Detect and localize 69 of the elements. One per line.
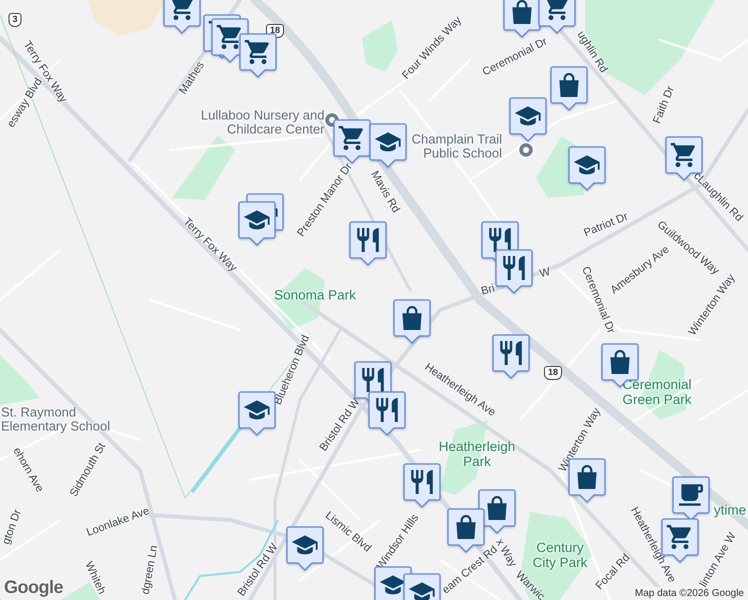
school-marker[interactable] [508, 96, 548, 142]
street-label: Faith Dr [651, 84, 677, 126]
school-marker[interactable] [285, 525, 325, 571]
cart-icon [216, 25, 241, 49]
street-label: gton Dr [0, 508, 24, 546]
shopping-bag-icon [456, 515, 476, 539]
shop-marker[interactable] [537, 0, 577, 34]
restaurant-marker[interactable] [491, 333, 531, 379]
fork-knife-icon [500, 341, 522, 365]
school-marker[interactable] [237, 390, 277, 436]
park-area [272, 268, 325, 330]
shop-marker[interactable] [238, 32, 278, 78]
park-label: Sonoma Park [274, 288, 356, 304]
cart-icon [666, 525, 691, 549]
cart-icon [338, 126, 363, 150]
fork-knife-icon [376, 398, 398, 422]
shopping-bag-icon [512, 0, 532, 24]
shop-marker[interactable] [549, 65, 589, 111]
cart-icon [670, 143, 695, 167]
place-label: Champlain Trail Public School [410, 132, 502, 162]
street-label: W [538, 266, 552, 280]
street-label: dgreen Ln [140, 544, 160, 596]
shopping-bag-icon [487, 496, 507, 520]
coffee-cup-icon [679, 484, 703, 506]
park-area [362, 20, 398, 72]
restaurant-marker[interactable] [348, 220, 388, 266]
shop-marker[interactable] [477, 488, 517, 534]
place-label: Lullaboo Nursery and Childcare Center [200, 108, 324, 138]
park-label: ytime [714, 504, 746, 518]
shop-marker[interactable] [502, 0, 542, 38]
restaurant-marker[interactable] [367, 390, 407, 436]
graduation-cap-icon [244, 210, 270, 230]
creek [190, 426, 242, 494]
park-area [0, 355, 40, 405]
shopping-bag-icon [610, 350, 630, 374]
restaurant-marker[interactable] [494, 248, 534, 294]
route-shield: 18 [544, 366, 562, 380]
graduation-cap-icon [244, 400, 270, 420]
park-label: Heatherleigh Park [438, 440, 516, 470]
shop-marker[interactable] [392, 298, 432, 344]
street-label: Patriot Dr [582, 210, 630, 240]
fork-knife-icon [357, 228, 379, 252]
shop-marker[interactable] [162, 0, 202, 34]
cart-icon [244, 40, 269, 64]
graduation-cap-icon [374, 132, 401, 152]
graduation-cap-icon [380, 575, 406, 594]
street-label: Bri [480, 282, 496, 298]
park-area [172, 135, 235, 200]
park-label: Century City Park [532, 541, 588, 570]
fork-knife-icon [411, 470, 433, 494]
school-marker[interactable] [237, 200, 277, 246]
shop-marker[interactable] [332, 118, 372, 164]
graduation-cap-icon [574, 155, 600, 174]
restaurant-marker[interactable] [402, 462, 442, 508]
shopping-bag-icon [402, 306, 422, 330]
graduation-cap-icon [408, 582, 435, 600]
fork-knife-icon [362, 368, 384, 392]
shopping-bag-icon [559, 73, 579, 97]
route-shield: 3 [8, 13, 22, 27]
graduation-cap-icon [292, 535, 318, 554]
school-marker[interactable] [567, 145, 607, 191]
school-marker[interactable] [368, 122, 408, 168]
place-label: St. Raymond Elementary School [1, 406, 112, 434]
fork-knife-icon [503, 256, 525, 280]
graduation-cap-icon [514, 106, 541, 126]
cafe-marker[interactable] [671, 475, 711, 521]
park-label: Ceremonial Green Park [621, 378, 693, 408]
fork-knife-icon [489, 228, 511, 252]
map-logo: Google [4, 577, 63, 598]
